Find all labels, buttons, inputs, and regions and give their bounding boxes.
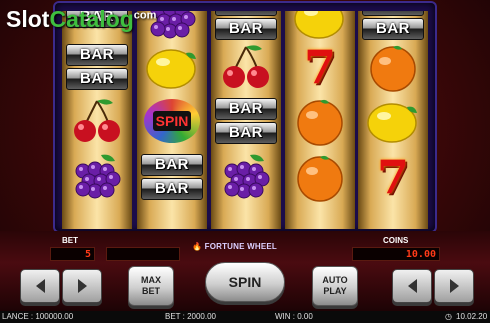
- orange-icon: [297, 155, 343, 202]
- reel-cell: [285, 149, 355, 204]
- reel-cell: [358, 39, 428, 94]
- bet-decrease-button[interactable]: [20, 269, 60, 303]
- reel-cell: SPIN: [137, 93, 207, 148]
- reel-1: BAR BAR BAR: [62, 11, 132, 229]
- reel-cell: [137, 39, 207, 94]
- logo-brand: Slot: [6, 6, 50, 32]
- bar-icon: BARBAR: [141, 153, 203, 200]
- coins-increase-button[interactable]: [434, 269, 474, 303]
- reel-cell: [358, 93, 428, 148]
- reel-4: 7: [285, 11, 355, 229]
- bar-symbol: BAR: [141, 153, 203, 176]
- logo-accent: Catalog: [49, 6, 134, 32]
- bar-symbol: BAR: [215, 97, 277, 120]
- arrow-right-icon: [449, 279, 459, 293]
- reel-frame: BARBARBAR SPINBARBAR BARBARBARBAR 7 BARB…: [55, 3, 435, 231]
- status-bar: LANCE : 100000.00 BET : 2000.00 WIN : 0.…: [0, 311, 490, 323]
- bet-label: BET: [62, 236, 78, 245]
- cherry-icon: [223, 44, 269, 88]
- orange-icon: [297, 99, 343, 146]
- bet-text: BET : 2000.00: [165, 312, 216, 321]
- balance-text: LANCE : 100000.00: [2, 312, 74, 321]
- bar-symbol: BAR: [66, 67, 128, 90]
- time-text: 10.02.20: [456, 312, 488, 321]
- reel-cell: BARBAR: [137, 149, 207, 204]
- bar-symbol: BAR: [362, 17, 424, 40]
- site-logo: SlotCatalogcom: [6, 6, 156, 33]
- lines-display: [106, 247, 180, 261]
- coins-display: 10.00: [352, 247, 440, 261]
- fortune-wheel-logo: 🔥 FORTUNE WHEEL: [192, 242, 277, 251]
- reel-cell: [285, 93, 355, 148]
- bar-symbol: BAR: [66, 43, 128, 66]
- spin-button[interactable]: SPIN: [205, 262, 285, 302]
- bar-icon: BARBAR: [215, 11, 277, 40]
- spin-symbol-label: SPIN: [152, 110, 192, 131]
- reel-cell: [211, 39, 281, 94]
- fortune-wheel-label: FORTUNE WHEEL: [204, 242, 277, 251]
- reel-cell: [62, 149, 132, 204]
- reel-cell: [211, 149, 281, 204]
- reel-cell: [62, 93, 132, 148]
- seven-icon: 7: [303, 39, 336, 94]
- clock-icon: ◷: [445, 312, 452, 321]
- arrow-left-icon: [35, 279, 45, 293]
- lemon-icon: [294, 11, 344, 39]
- reel-5: BARBAR 7: [358, 11, 428, 229]
- bar-symbol: BAR: [215, 121, 277, 144]
- reel-2: SPIN BAR BAR: [137, 11, 207, 229]
- bar-symbol: BAR: [141, 177, 203, 200]
- auto-play-button[interactable]: AUTO PLAY: [312, 266, 358, 306]
- bet-display: 5: [50, 247, 95, 261]
- max-bet-button[interactable]: MAX BET: [128, 266, 174, 306]
- grapes-icon: [75, 154, 121, 198]
- reel-3: BARBARBARBAR: [211, 11, 281, 229]
- coins-decrease-button[interactable]: [392, 269, 432, 303]
- lemon-icon: [367, 102, 417, 143]
- cherry-icon: [74, 98, 120, 142]
- reel-cell: 7: [285, 39, 355, 94]
- bet-increase-button[interactable]: [62, 269, 102, 303]
- reel-cell: BARBAR: [211, 93, 281, 148]
- bar-icon: BARBAR: [66, 43, 128, 90]
- orange-icon: [370, 45, 416, 92]
- coins-label: COINS: [383, 236, 409, 245]
- bar-icon: BARBAR: [362, 11, 424, 40]
- win-text: WIN : 0.00: [275, 312, 313, 321]
- lemon-icon: [146, 48, 196, 89]
- reel-cell: BARBAR: [62, 39, 132, 94]
- bar-icon: BARBAR: [215, 97, 277, 144]
- spin-wheel-icon: SPIN: [144, 98, 200, 143]
- arrow-left-icon: [407, 279, 417, 293]
- arrow-right-icon: [77, 279, 87, 293]
- logo-suffix: com: [133, 9, 157, 22]
- reel-cell: 7: [358, 149, 428, 204]
- flame-icon: 🔥: [192, 242, 203, 251]
- bar-symbol: BAR: [362, 11, 424, 16]
- grapes-icon: [224, 154, 270, 198]
- seven-icon: 7: [376, 149, 409, 204]
- bar-symbol: BAR: [215, 17, 277, 40]
- bar-symbol: BAR: [215, 11, 277, 16]
